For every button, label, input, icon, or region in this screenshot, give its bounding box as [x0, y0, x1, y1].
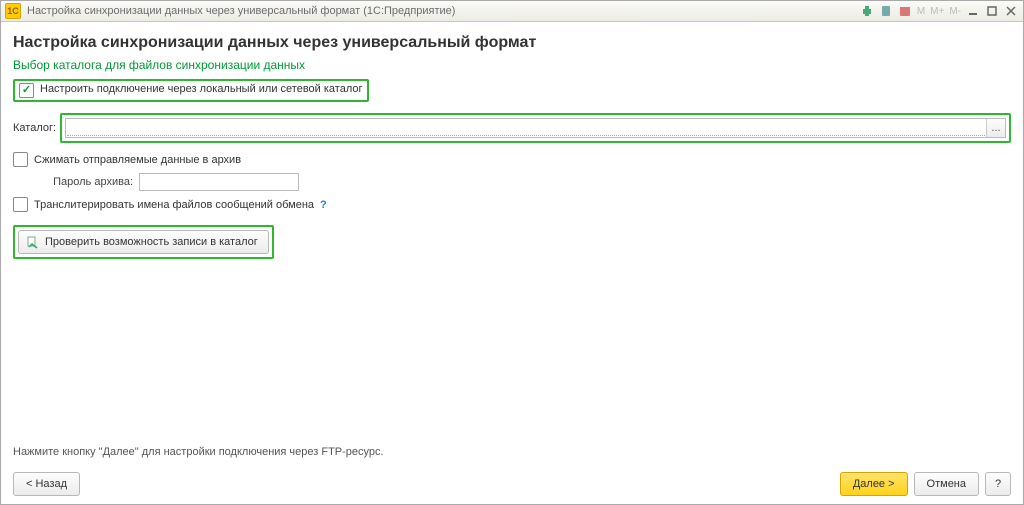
archive-checkbox[interactable]: [13, 152, 28, 167]
transliterate-label: Транслитерировать имена файлов сообщений…: [34, 199, 314, 211]
test-write-button[interactable]: Проверить возможность записи в каталог: [18, 230, 269, 254]
page-title: Настройка синхронизации данных через уни…: [13, 34, 1011, 52]
memory-m-label[interactable]: M: [916, 6, 926, 17]
help-button[interactable]: ?: [985, 472, 1011, 496]
back-button[interactable]: < Назад: [13, 472, 80, 496]
memory-mminus-label[interactable]: M-: [948, 6, 962, 17]
help-icon[interactable]: ?: [320, 199, 327, 211]
use-local-checkbox[interactable]: [19, 83, 34, 98]
calendar-icon[interactable]: [897, 3, 913, 19]
titlebar: 1C Настройка синхронизации данных через …: [1, 1, 1023, 22]
catalog-input[interactable]: [67, 119, 985, 136]
transliterate-checkbox[interactable]: [13, 197, 28, 212]
app-logo-icon: 1C: [5, 3, 21, 19]
section-title: Выбор каталога для файлов синхронизации …: [13, 58, 1011, 72]
test-write-button-label: Проверить возможность записи в каталог: [45, 236, 258, 248]
window-title: Настройка синхронизации данных через уни…: [27, 5, 859, 17]
footer-bar: < Назад Далее > Отмена ?: [13, 466, 1011, 496]
cancel-button[interactable]: Отмена: [914, 472, 979, 496]
maximize-icon[interactable]: [984, 3, 1000, 19]
archive-password-label: Пароль архива:: [13, 176, 133, 188]
archive-label: Сжимать отправляемые данные в архив: [34, 154, 241, 166]
document-check-icon: [25, 235, 39, 249]
use-local-label: Настроить подключение через локальный ил…: [40, 83, 363, 98]
catalog-browse-button[interactable]: ...: [986, 119, 1005, 137]
print-icon[interactable]: [859, 3, 875, 19]
content-area: Настройка синхронизации данных через уни…: [1, 22, 1023, 504]
memory-mplus-label[interactable]: M+: [929, 6, 945, 17]
footer-hint: Нажмите кнопку "Далее" для настройки под…: [13, 446, 1011, 458]
app-window: 1C Настройка синхронизации данных через …: [0, 0, 1024, 505]
close-icon[interactable]: [1003, 3, 1019, 19]
next-button[interactable]: Далее >: [840, 472, 908, 496]
minimize-icon[interactable]: [965, 3, 981, 19]
catalog-label: Каталог:: [13, 122, 56, 134]
archive-password-input[interactable]: [139, 173, 299, 191]
calculator-icon[interactable]: [878, 3, 894, 19]
